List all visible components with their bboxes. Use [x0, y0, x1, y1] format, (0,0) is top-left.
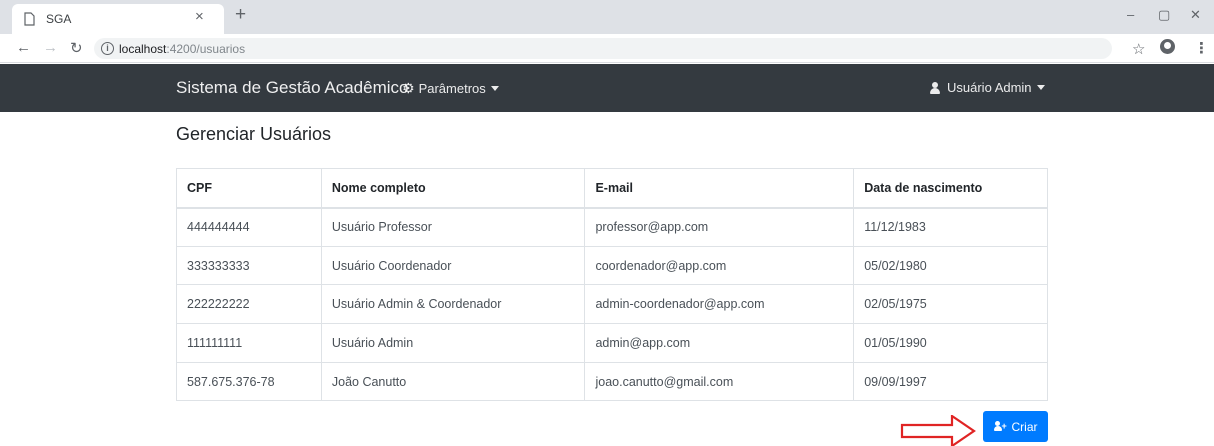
browser-tab[interactable]: SGA ×	[12, 4, 224, 34]
create-user-button[interactable]: + Criar	[983, 411, 1048, 442]
url-text: localhost:4200/usuarios	[119, 42, 245, 56]
minimize-icon[interactable]: –	[1127, 7, 1134, 22]
maximize-icon[interactable]: ▢	[1158, 7, 1170, 23]
browser-toolbar: ← → ↻ i localhost:4200/usuarios ☆ ⋮	[0, 34, 1214, 63]
cell-email: coordenador@app.com	[584, 245, 855, 286]
cell-name: Usuário Professor	[320, 207, 586, 247]
info-icon[interactable]: i	[101, 42, 114, 55]
page-icon	[24, 12, 35, 26]
params-dropdown[interactable]: ⚙ Parâmetros	[402, 80, 499, 97]
cell-email: professor@app.com	[584, 207, 855, 247]
caret-down-icon	[1036, 85, 1045, 90]
cell-birthdate: 11/12/1983	[853, 207, 1048, 247]
user-dropdown[interactable]: Usuário Admin	[930, 80, 1045, 95]
users-table: CPF Nome completo E-mail Data de nascime…	[176, 168, 1048, 402]
cell-cpf: 587.675.376-78	[176, 361, 322, 402]
forward-icon[interactable]: →	[43, 39, 58, 56]
back-icon[interactable]: ←	[16, 39, 31, 56]
browser-tabstrip: SGA × + – ▢ ✕	[0, 0, 1214, 34]
account-icon[interactable]	[1160, 39, 1175, 54]
close-icon[interactable]: ×	[195, 8, 204, 25]
cell-birthdate: 05/02/1980	[853, 245, 1048, 286]
url-path: :4200/usuarios	[166, 42, 246, 56]
cell-email: admin-coordenador@app.com	[584, 284, 855, 325]
column-header-email: E-mail	[584, 168, 855, 209]
plus-icon[interactable]: +	[235, 4, 246, 26]
cell-cpf: 333333333	[176, 245, 322, 286]
url-host: localhost	[119, 42, 167, 56]
arrow-icon	[900, 415, 976, 446]
cell-cpf: 111111111	[176, 323, 322, 363]
add-user-icon: +	[993, 421, 1008, 432]
table-row[interactable]: 111111111 Usuário Admin admin@app.com 01…	[176, 323, 1048, 363]
create-button-label: Criar	[1011, 419, 1038, 434]
params-label: Parâmetros	[418, 81, 486, 96]
address-bar[interactable]: i localhost:4200/usuarios	[94, 38, 1112, 59]
cell-name: Usuário Coordenador	[320, 245, 586, 286]
cell-cpf: 444444444	[176, 207, 322, 247]
table-row[interactable]: 222222222 Usuário Admin & Coordenador ad…	[176, 284, 1048, 325]
caret-down-icon	[490, 86, 499, 91]
cell-email: joao.canutto@gmail.com	[584, 361, 855, 402]
cell-email: admin@app.com	[584, 323, 855, 363]
tab-title: SGA	[46, 12, 72, 26]
cell-name: João Canutto	[320, 361, 586, 402]
page-title: Gerenciar Usuários	[176, 124, 332, 144]
app-navbar: Sistema de Gestão Acadêmico ⚙ Parâmetros…	[0, 64, 1214, 112]
table-row[interactable]: 333333333 Usuário Coordenador coordenado…	[176, 245, 1048, 286]
user-icon	[930, 81, 940, 94]
table-row[interactable]: 444444444 Usuário Professor professor@ap…	[176, 207, 1048, 247]
column-header-birthdate: Data de nascimento	[853, 168, 1048, 209]
cell-birthdate: 09/09/1997	[853, 361, 1048, 402]
navbar-brand[interactable]: Sistema de Gestão Acadêmico	[176, 78, 408, 98]
table-row[interactable]: 587.675.376-78 João Canutto joao.canutto…	[176, 361, 1048, 402]
cog-icon: ⚙	[402, 80, 415, 96]
user-label: Usuário Admin	[947, 80, 1032, 95]
cell-name: Usuário Admin & Coordenador	[320, 284, 586, 325]
column-header-name: Nome completo	[320, 168, 586, 209]
cell-birthdate: 02/05/1975	[853, 284, 1048, 325]
reload-icon[interactable]: ↻	[70, 39, 83, 57]
window-close-icon[interactable]: ✕	[1190, 7, 1201, 23]
table-header-row: CPF Nome completo E-mail Data de nascime…	[176, 168, 1048, 209]
star-icon[interactable]: ☆	[1132, 40, 1145, 58]
cell-birthdate: 01/05/1990	[853, 323, 1048, 363]
cell-name: Usuário Admin	[320, 323, 586, 363]
cell-cpf: 222222222	[176, 284, 322, 325]
column-header-cpf: CPF	[176, 168, 322, 209]
menu-icon[interactable]: ⋮	[1194, 39, 1209, 57]
